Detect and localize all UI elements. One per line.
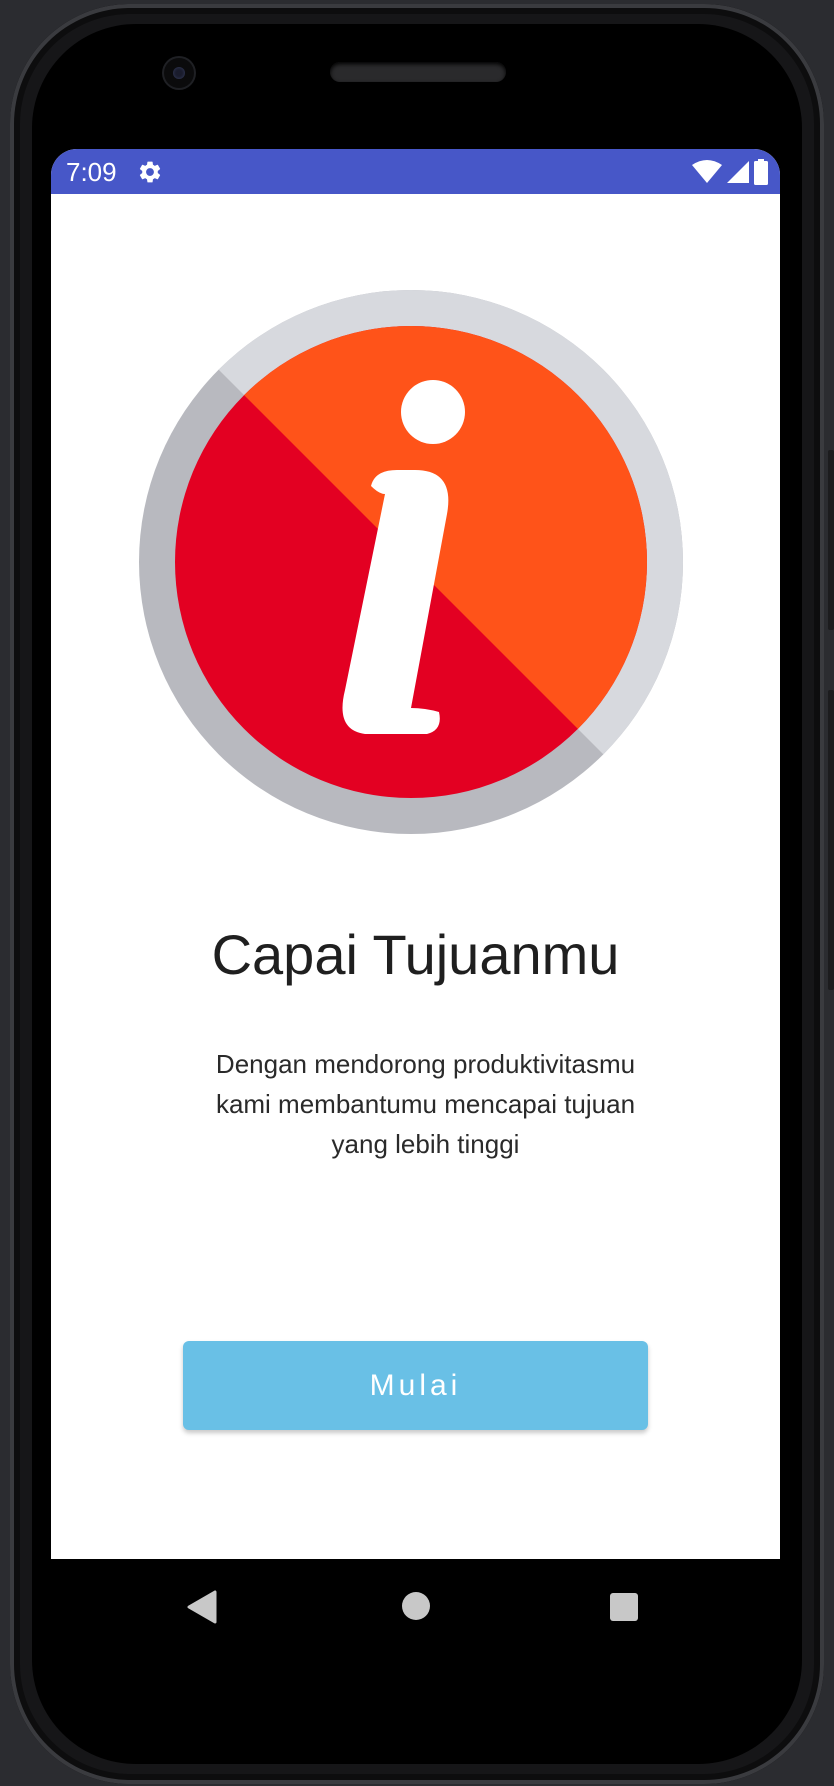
recents-icon[interactable] — [610, 1593, 638, 1621]
status-bar: 7:09 — [51, 149, 780, 194]
status-icons — [692, 158, 768, 186]
info-icon — [139, 290, 683, 834]
navigation-bar — [51, 1559, 780, 1654]
front-camera — [164, 58, 194, 88]
status-time: 7:09 — [66, 157, 117, 187]
back-icon[interactable] — [187, 1590, 217, 1624]
power-button — [828, 450, 834, 630]
app-screen: 7:09 Capai Tujuanmu Dengan mendorong pro… — [51, 149, 780, 1559]
description-text: Dengan mendorong produktivitasmu kami me… — [215, 1049, 636, 1159]
start-button[interactable]: Mulai — [183, 1341, 648, 1430]
volume-button — [828, 690, 834, 990]
wifi-icon — [692, 160, 722, 183]
page-title: Capai Tujuanmu — [211, 923, 620, 986]
gear-icon — [139, 161, 161, 183]
info-dot — [401, 380, 465, 444]
cell-signal-icon — [727, 161, 749, 183]
home-icon[interactable] — [402, 1592, 430, 1620]
earpiece-speaker — [330, 62, 506, 82]
battery-icon — [754, 159, 768, 185]
